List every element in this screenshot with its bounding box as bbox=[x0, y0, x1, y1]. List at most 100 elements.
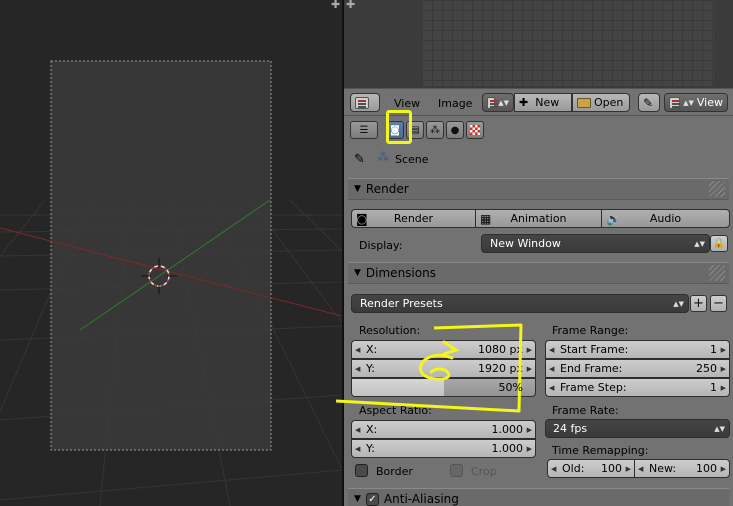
open-label: Open bbox=[594, 96, 624, 109]
view-icon bbox=[669, 96, 681, 109]
area-split-plus-icon[interactable]: ✚ bbox=[346, 0, 355, 10]
animation-button[interactable]: ▦ Animation bbox=[475, 209, 602, 228]
decrement-arrow-icon[interactable]: ◀ bbox=[355, 445, 360, 453]
view-mode-select[interactable]: ▲▼ View bbox=[664, 93, 728, 112]
decrement-arrow-icon[interactable]: ◀ bbox=[549, 365, 554, 373]
tab-texture[interactable] bbox=[466, 121, 484, 139]
aspect-x-field[interactable]: ◀ X: 1.000 ▶ bbox=[351, 420, 536, 439]
collapse-arrow-icon: ▼ bbox=[354, 494, 361, 504]
decrement-arrow-icon[interactable]: ◀ bbox=[551, 465, 556, 473]
pin-icon: ✎ bbox=[643, 95, 654, 110]
increment-arrow-icon[interactable]: ▶ bbox=[721, 365, 726, 373]
increment-arrow-icon[interactable]: ▶ bbox=[721, 384, 726, 392]
tab-world[interactable]: ● bbox=[446, 121, 464, 139]
aspect-y-field[interactable]: ◀ Y: 1.000 ▶ bbox=[351, 439, 536, 458]
open-image-button[interactable]: Open bbox=[572, 93, 630, 112]
render-panel-header[interactable]: ▼ Render bbox=[348, 178, 729, 200]
speaker-icon: 🔉 bbox=[606, 211, 621, 226]
image-editor-area[interactable]: ✚ bbox=[344, 0, 733, 88]
decrement-arrow-icon[interactable]: ◀ bbox=[549, 346, 554, 354]
panel-grip-icon[interactable] bbox=[709, 265, 725, 281]
plus-icon: ✚ bbox=[519, 96, 529, 109]
aspect-y-label: Y: bbox=[366, 442, 375, 455]
resolution-percent-value: 50% bbox=[498, 381, 523, 394]
collapse-arrow-icon: ▼ bbox=[354, 268, 361, 278]
render-icon: ◙ bbox=[356, 211, 368, 226]
border-label: Border bbox=[376, 465, 413, 478]
border-checkbox[interactable] bbox=[355, 464, 368, 477]
menu-image[interactable]: Image bbox=[438, 97, 472, 110]
start-frame-field[interactable]: ◀ Start Frame: 1 ▶ bbox=[545, 340, 730, 359]
animation-button-label: Animation bbox=[510, 212, 567, 225]
anti-aliasing-title: Anti-Aliasing bbox=[383, 492, 459, 506]
increment-arrow-icon[interactable]: ▶ bbox=[721, 465, 726, 473]
audio-button[interactable]: 🔉 Audio bbox=[601, 209, 730, 228]
increment-arrow-icon[interactable]: ▶ bbox=[527, 426, 532, 434]
camera-frame bbox=[50, 60, 272, 451]
increment-arrow-icon[interactable]: ▶ bbox=[626, 465, 631, 473]
decrement-arrow-icon[interactable]: ◀ bbox=[549, 384, 554, 392]
aspect-x-value: 1.000 bbox=[491, 423, 524, 436]
add-preset-button[interactable]: + bbox=[690, 295, 707, 312]
end-frame-field[interactable]: ◀ End Frame: 250 ▶ bbox=[545, 359, 730, 378]
scene-icon: ⁂ bbox=[430, 124, 440, 136]
aspect-y-value: 1.000 bbox=[491, 442, 524, 455]
time-old-field[interactable]: ◀ Old: 100 ▶ bbox=[547, 459, 635, 478]
annotation-highlight-box bbox=[386, 110, 412, 144]
start-frame-label: Start Frame: bbox=[560, 343, 629, 356]
audio-button-label: Audio bbox=[649, 212, 682, 225]
new-image-button[interactable]: ✚ New bbox=[514, 93, 572, 112]
minus-icon: − bbox=[713, 296, 724, 311]
film-icon: ▦ bbox=[480, 211, 492, 226]
new-label: New bbox=[535, 96, 560, 109]
frame-range-label: Frame Range: bbox=[552, 324, 629, 337]
3d-viewport[interactable]: ✚ bbox=[0, 0, 342, 506]
tab-scene[interactable]: ⁂ bbox=[426, 121, 444, 139]
updown-arrow-icon: ▲▼ bbox=[673, 299, 684, 308]
anti-aliasing-checkbox[interactable]: ✓ bbox=[365, 492, 379, 506]
updown-arrow-icon: ▲▼ bbox=[694, 239, 705, 248]
panel-grip-icon[interactable] bbox=[709, 181, 725, 197]
area-split-plus-icon[interactable]: ✚ bbox=[331, 0, 340, 10]
dimensions-panel-header[interactable]: ▼ Dimensions bbox=[348, 262, 729, 284]
lock-button[interactable]: 🔒 bbox=[710, 235, 728, 252]
decrement-arrow-icon[interactable]: ◀ bbox=[638, 465, 643, 473]
folder-icon bbox=[577, 97, 591, 108]
frame-step-label: Frame Step: bbox=[560, 381, 627, 394]
frame-step-field[interactable]: ◀ Frame Step: 1 ▶ bbox=[545, 378, 730, 397]
menu-view[interactable]: View bbox=[394, 97, 420, 110]
render-presets-label: Render Presets bbox=[360, 297, 443, 310]
lock-icon: 🔒 bbox=[712, 238, 726, 249]
display-select[interactable]: New Window ▲▼ bbox=[481, 234, 710, 253]
time-new-field[interactable]: ◀ New: 100 ▶ bbox=[634, 459, 730, 478]
frame-rate-label: Frame Rate: bbox=[552, 404, 619, 417]
render-button-label: Render bbox=[393, 212, 434, 225]
time-new-value: 100 bbox=[696, 462, 717, 475]
context-tabs: ☰ ◙ ▤ ⁂ ● bbox=[350, 120, 484, 140]
properties-type-button[interactable]: ☰ bbox=[350, 121, 378, 139]
increment-arrow-icon[interactable]: ▶ bbox=[721, 346, 726, 354]
render-button[interactable]: ◙ Render bbox=[351, 209, 476, 228]
pin-button[interactable]: ✎ bbox=[638, 93, 660, 112]
editor-type-button[interactable] bbox=[350, 93, 380, 112]
render-presets-select[interactable]: Render Presets ▲▼ bbox=[351, 294, 689, 313]
time-new-label: New: bbox=[649, 462, 677, 475]
remove-preset-button[interactable]: − bbox=[710, 295, 727, 312]
anti-aliasing-panel-header[interactable]: ▼ ✓ Anti-Aliasing bbox=[348, 488, 729, 506]
time-remapping-label: Time Remapping: bbox=[552, 444, 649, 457]
plus-icon: + bbox=[693, 296, 704, 311]
decrement-arrow-icon[interactable]: ◀ bbox=[355, 426, 360, 434]
properties-icon: ☰ bbox=[359, 124, 369, 136]
world-icon: ● bbox=[450, 124, 460, 136]
increment-arrow-icon[interactable]: ▶ bbox=[527, 445, 532, 453]
time-old-label: Old: bbox=[562, 462, 585, 475]
image-browse-button[interactable]: ▲▼ bbox=[482, 93, 514, 112]
image-grid bbox=[422, 0, 714, 86]
end-frame-value: 250 bbox=[696, 362, 717, 375]
time-old-value: 100 bbox=[601, 462, 622, 475]
dimensions-panel-title: Dimensions bbox=[365, 266, 436, 280]
updown-arrow-icon: ▲▼ bbox=[714, 424, 725, 433]
frame-rate-select[interactable]: 24 fps ▲▼ bbox=[545, 419, 730, 438]
crop-checkbox[interactable] bbox=[450, 464, 463, 477]
pin-icon[interactable]: ✎ bbox=[354, 152, 365, 167]
